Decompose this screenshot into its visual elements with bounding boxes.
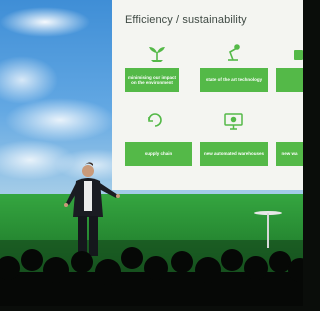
tile-new-wa: new wa bbox=[276, 142, 303, 166]
tile-technology: state of the art technology bbox=[200, 68, 268, 92]
conference-photo: Efficiency / sustainability minimising o… bbox=[0, 0, 312, 306]
slide-title: Efficiency / sustainability bbox=[125, 14, 247, 26]
high-table-leg bbox=[267, 213, 269, 248]
tile-partial bbox=[276, 68, 303, 92]
tile-warehouses: new automated warehouses bbox=[200, 142, 268, 166]
tile-supply-chain: supply chain bbox=[125, 142, 192, 166]
cloud bbox=[5, 98, 115, 142]
tile-environment: minimising our impact on the environment bbox=[125, 68, 179, 92]
partial-icon bbox=[294, 50, 303, 60]
cloud bbox=[0, 7, 90, 37]
